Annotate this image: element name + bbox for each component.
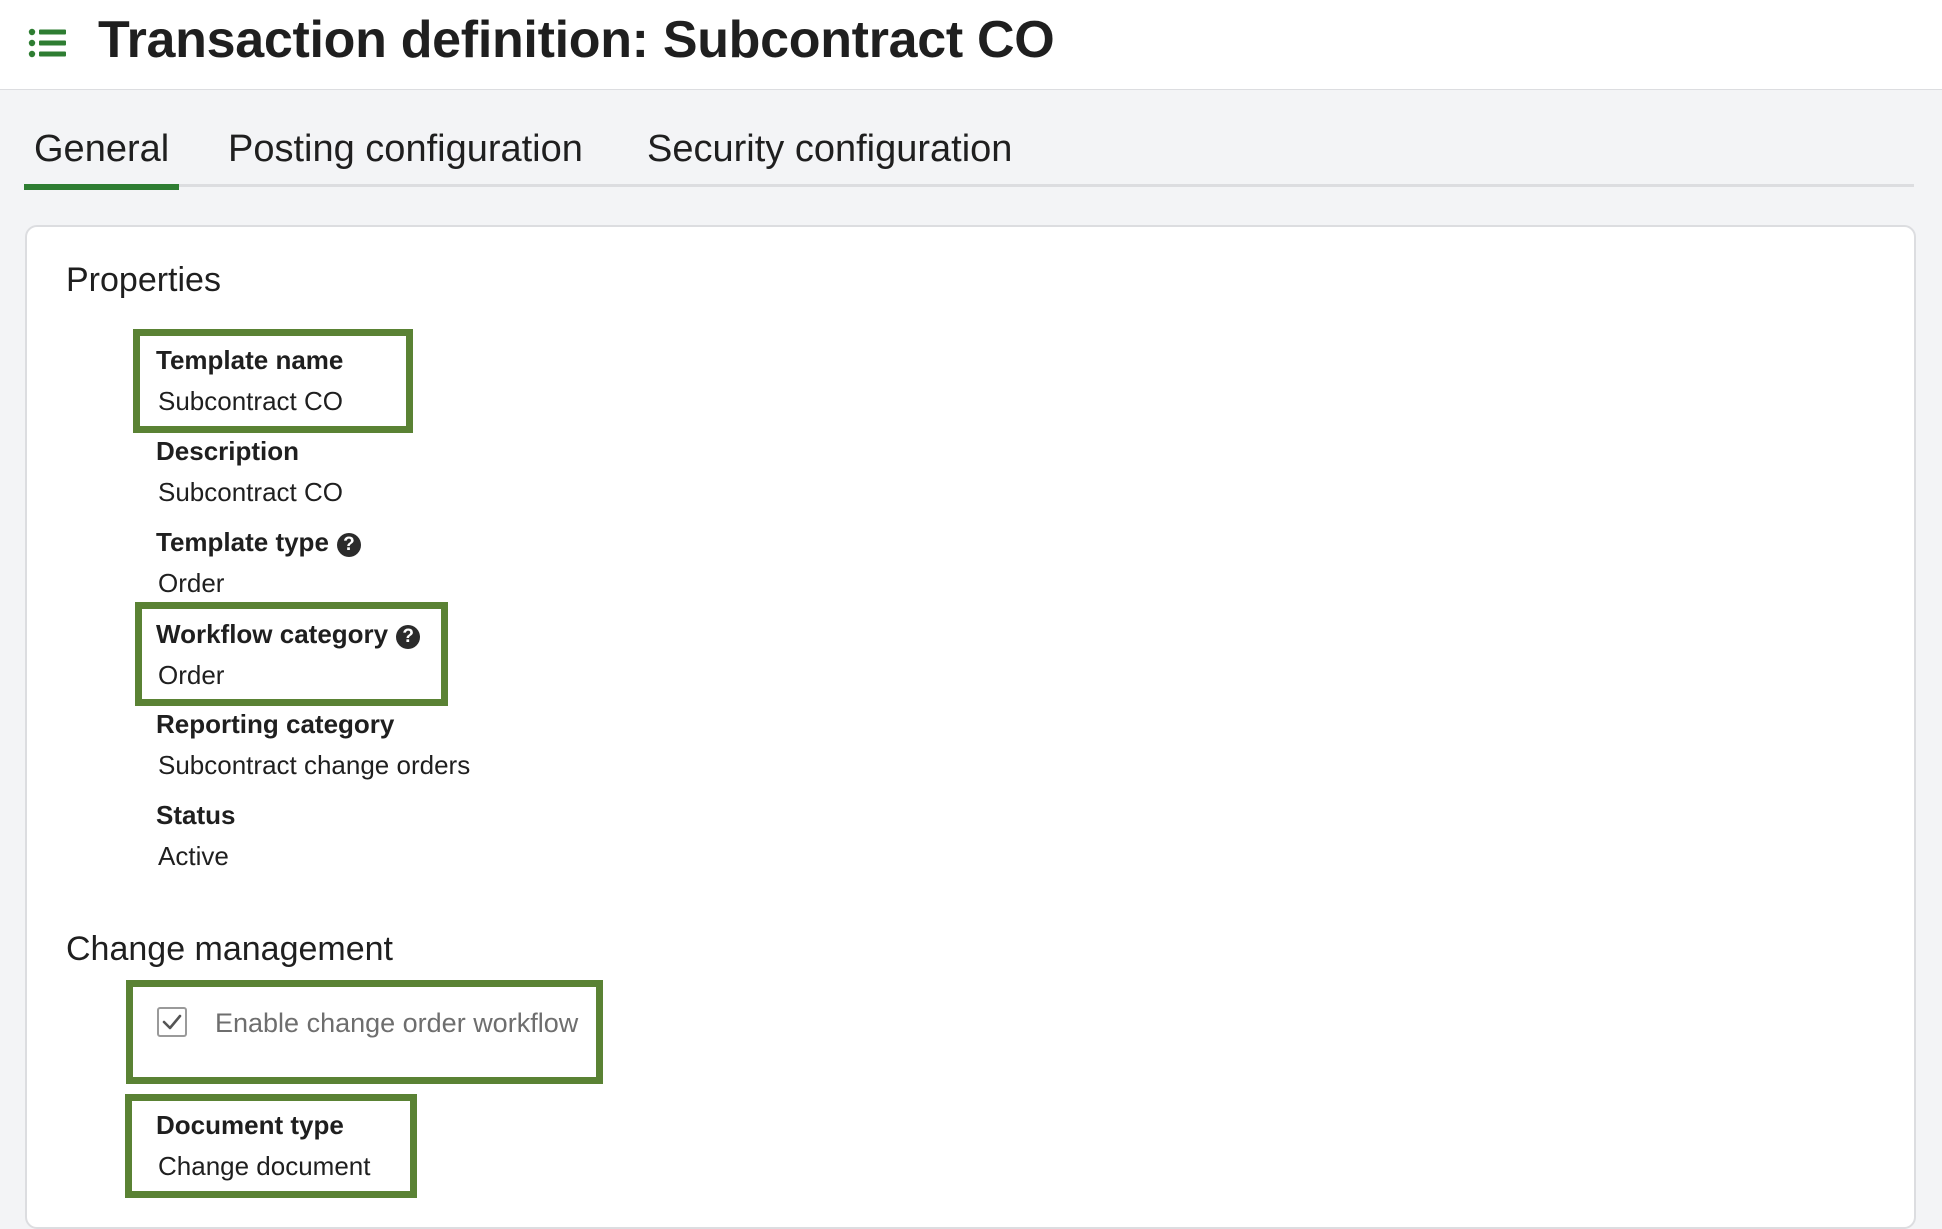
workflow-category-value: Order xyxy=(158,660,225,690)
document-type-label: Document type xyxy=(156,1110,344,1140)
properties-heading: Properties xyxy=(66,261,221,299)
tab-security-configuration[interactable]: Security configuration xyxy=(637,128,1022,184)
tab-posting-configuration[interactable]: Posting configuration xyxy=(218,128,593,184)
description-value: Subcontract CO xyxy=(158,477,343,507)
template-type-label: Template type? xyxy=(156,527,361,558)
tab-bar: General Posting configuration Security c… xyxy=(24,122,1914,190)
enable-change-order-workflow-checkbox[interactable] xyxy=(157,1007,187,1037)
template-type-value: Order xyxy=(158,568,225,598)
properties-card: Properties Template name Subcontract CO … xyxy=(25,225,1916,1229)
tab-general[interactable]: General xyxy=(24,128,180,190)
page-title: Transaction definition: Subcontract CO xyxy=(98,11,1055,69)
workflow-category-label: Workflow category? xyxy=(156,619,421,650)
workflow-category-label-text: Workflow category xyxy=(156,619,389,649)
template-type-label-text: Template type xyxy=(156,527,329,557)
question-circle-icon[interactable]: ? xyxy=(336,533,361,557)
change-management-heading: Change management xyxy=(66,930,394,968)
question-circle-icon[interactable]: ? xyxy=(396,625,421,649)
template-name-value: Subcontract CO xyxy=(158,386,343,416)
reporting-category-label: Reporting category xyxy=(156,709,395,739)
enable-change-order-workflow-label[interactable]: Enable change order workflow xyxy=(215,1008,578,1039)
reporting-category-value: Subcontract change orders xyxy=(158,750,471,780)
checkmark-icon xyxy=(162,1014,182,1030)
top-bar: Transaction definition: Subcontract CO xyxy=(0,0,1942,90)
description-label: Description xyxy=(156,436,300,466)
document-type-value: Change document xyxy=(158,1151,371,1181)
status-value: Active xyxy=(158,841,229,871)
template-name-label: Template name xyxy=(156,345,344,375)
status-label: Status xyxy=(156,800,236,830)
list-icon[interactable] xyxy=(28,27,68,59)
